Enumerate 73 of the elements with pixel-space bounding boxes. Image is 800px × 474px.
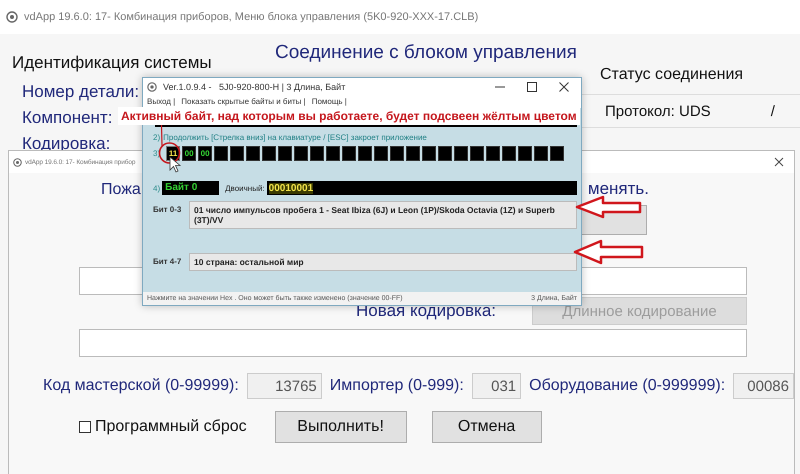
leader-line xyxy=(160,124,163,146)
byte-cell[interactable] xyxy=(550,146,564,161)
prompt-text: Пожа xyxy=(101,181,141,199)
step-marker: 4) xyxy=(153,184,160,192)
byte-cell[interactable] xyxy=(294,146,308,161)
field-label: Компонент: xyxy=(22,107,112,129)
protocol-text: Протокол: UDS xyxy=(605,102,711,120)
menu-item[interactable]: Выход | xyxy=(147,97,176,106)
page-heading: Соединение с блоком управления xyxy=(275,42,578,64)
menu-item[interactable]: Помощь | xyxy=(312,97,347,106)
byte-name-field: Байт 0 xyxy=(162,181,220,195)
close-icon[interactable] xyxy=(774,157,784,167)
byte-cell[interactable] xyxy=(390,146,404,161)
app-icon xyxy=(6,11,18,23)
byte-cell[interactable] xyxy=(342,146,356,161)
app-icon xyxy=(13,158,22,166)
window-title: Ver.1.0.9.4 - 5J0-920-800-H | 3 Длина, Байт xyxy=(163,82,346,92)
bit-dropdown[interactable]: 10 страна: остальной мир xyxy=(189,253,577,271)
byte-cell[interactable] xyxy=(502,146,516,161)
section-title: Идентификация системы xyxy=(12,53,213,73)
bit-label: Бит 0-3 xyxy=(153,204,182,214)
window-title: vdApp 19.6.0: 17- Комбинация приборов, Меню блока управления (5K0-920-XXX-17.CLB) xyxy=(24,11,478,23)
app-icon xyxy=(147,82,157,92)
new-coding-field[interactable] xyxy=(79,329,747,357)
input-field[interactable]: 00086 xyxy=(733,373,794,399)
close-icon[interactable] xyxy=(559,82,569,92)
dialog-button[interactable]: Выполнить! xyxy=(274,411,407,443)
byte-cell[interactable] xyxy=(406,146,420,161)
byte-cell[interactable] xyxy=(438,146,452,161)
checkbox[interactable] xyxy=(79,421,91,433)
status-value: / xyxy=(770,102,775,120)
byte-cell[interactable] xyxy=(486,146,500,161)
byte-cell[interactable] xyxy=(278,146,292,161)
field-label: Кодировка: xyxy=(22,133,110,155)
checkbox-label: Программный сброс xyxy=(95,418,247,436)
byte-cell[interactable] xyxy=(310,146,324,161)
byte-cell[interactable] xyxy=(470,146,484,161)
prompt-text: менять. xyxy=(588,179,649,199)
byte-cell[interactable] xyxy=(214,146,228,161)
instruction-text: Продолжить [Стрелка вниз] на клавиатуре / [ESC] закроет приложение xyxy=(163,133,427,142)
field-label: Оборудование (0-999999): xyxy=(529,377,726,395)
highlight-circle xyxy=(158,142,180,164)
field-label: Новая кодировка: xyxy=(356,301,496,321)
menu-item[interactable]: Показать скрытые байты и биты | xyxy=(181,97,306,106)
field-label: Код мастерской (0-99999): xyxy=(43,377,239,395)
byte-cell[interactable] xyxy=(262,146,276,161)
field-label: Импортер (0-999): xyxy=(330,377,464,395)
byte-cell[interactable] xyxy=(534,146,548,161)
byte-cell[interactable] xyxy=(230,146,244,161)
byte-cell[interactable] xyxy=(326,146,340,161)
byte-cell[interactable] xyxy=(518,146,532,161)
input-field[interactable]: 13765 xyxy=(246,373,322,399)
byte-cell[interactable] xyxy=(246,146,260,161)
bit-dropdown[interactable]: 01 число импульсов пробега 1 - Seat Ibiza (6J) и Leon (1P)/Skoda Octavia (1Z) и Superb (3T)/VV xyxy=(189,201,577,229)
binary-value: 00010001 xyxy=(268,182,314,194)
arrow-icon xyxy=(574,240,644,264)
arrow-icon xyxy=(576,196,642,218)
annotation-tooltip: Активный байт, над которым вы работаете, будет подсвеен жёлтым цветом xyxy=(118,107,580,125)
field-label: Номер детали: xyxy=(22,81,140,103)
input-field[interactable]: 031 xyxy=(472,373,522,399)
maximize-icon[interactable] xyxy=(527,82,537,92)
byte-cell[interactable] xyxy=(454,146,468,161)
byte-cell[interactable]: 00 xyxy=(182,146,196,161)
dialog-button[interactable]: Отмена xyxy=(432,411,542,443)
bit-label: Бит 4-7 xyxy=(153,256,182,266)
cursor-icon xyxy=(170,156,182,173)
byte-cell[interactable] xyxy=(374,146,388,161)
byte-cell[interactable] xyxy=(358,146,372,161)
byte-cell[interactable] xyxy=(422,146,436,161)
group-title: Статус соединения xyxy=(600,66,744,84)
step-marker: 2) xyxy=(153,133,160,142)
byte-cell[interactable]: 00 xyxy=(198,146,212,161)
binary-label: Двоичный: xyxy=(225,184,265,192)
